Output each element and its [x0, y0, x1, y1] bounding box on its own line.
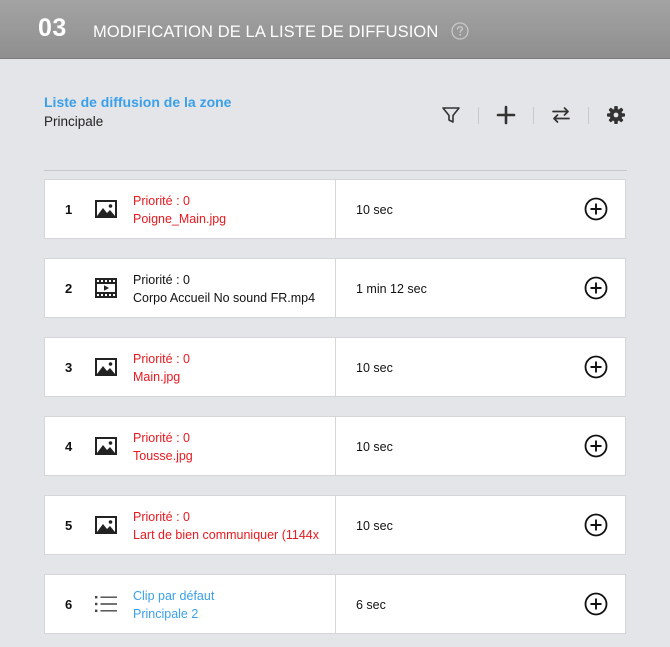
row-index: 2	[65, 281, 73, 296]
add-circle-icon[interactable]	[584, 355, 608, 379]
row-separator	[335, 180, 336, 238]
row-duration: 6 sec	[356, 598, 386, 612]
settings-button[interactable]	[605, 104, 627, 126]
toolbar-separator	[588, 107, 589, 124]
add-button[interactable]	[495, 104, 517, 126]
playlist-row[interactable]: 4 Priorité : 0 Tousse.jpg 10 sec	[44, 416, 626, 476]
row-index: 6	[65, 597, 73, 612]
add-circle-icon[interactable]	[584, 434, 608, 458]
plus-icon	[496, 105, 516, 125]
row-separator	[335, 259, 336, 317]
section-divider	[44, 170, 627, 171]
add-circle-icon[interactable]	[584, 197, 608, 221]
row-priority: Priorité : 0	[133, 510, 190, 524]
gear-icon	[607, 106, 625, 124]
row-duration: 1 min 12 sec	[356, 282, 427, 296]
add-circle-icon[interactable]	[584, 513, 608, 537]
row-index: 1	[65, 202, 73, 217]
row-index: 3	[65, 360, 73, 375]
row-separator	[335, 496, 336, 554]
page-title: MODIFICATION DE LA LISTE DE DIFFUSION	[93, 23, 439, 41]
row-duration: 10 sec	[356, 361, 393, 375]
filter-button[interactable]	[440, 104, 462, 126]
image-icon	[94, 356, 118, 378]
row-duration: 10 sec	[356, 519, 393, 533]
row-filename: Poigne_Main.jpg	[133, 212, 227, 226]
row-duration: 10 sec	[356, 203, 393, 217]
add-circle-icon[interactable]	[584, 592, 608, 616]
row-filename: Corpo Accueil No sound FR.mp4	[133, 291, 316, 305]
row-priority: Priorité : 0	[133, 273, 190, 287]
swap-button[interactable]	[550, 104, 572, 126]
row-priority: Priorité : 0	[133, 194, 190, 208]
playlist-row[interactable]: 1 Priorité : 0 Poigne_Main.jpg 10 sec	[44, 179, 626, 239]
add-circle-icon[interactable]	[584, 276, 608, 300]
help-icon[interactable]	[451, 22, 469, 40]
row-filename: Main.jpg	[133, 370, 181, 384]
row-duration: 10 sec	[356, 440, 393, 454]
row-index: 5	[65, 518, 73, 533]
image-icon	[94, 198, 118, 220]
row-separator	[335, 575, 336, 633]
playlist-row[interactable]: 5 Priorité : 0 Lart de bien communiquer …	[44, 495, 626, 555]
row-filename: Tousse.jpg	[133, 449, 193, 463]
row-zone-name: Principale 2	[133, 607, 199, 621]
zone-name: Principale	[44, 114, 104, 129]
row-clip-name: Clip par défaut	[133, 589, 215, 603]
step-number: 03	[38, 14, 67, 42]
toolbar-separator	[533, 107, 534, 124]
image-icon	[94, 435, 118, 457]
zone-label: Liste de diffusion de la zone	[44, 94, 232, 110]
row-priority: Priorité : 0	[133, 431, 190, 445]
row-separator	[335, 338, 336, 396]
step-header: 03 MODIFICATION DE LA LISTE DE DIFFUSION	[0, 0, 670, 59]
row-index: 4	[65, 439, 73, 454]
image-icon	[94, 514, 118, 536]
playlist-row[interactable]: 3 Priorité : 0 Main.jpg 10 sec	[44, 337, 626, 397]
row-filename: Lart de bien communiquer (1144x	[133, 528, 319, 542]
playlist-row[interactable]: 2 Priorité : 0 Corpo Accueil No sound FR…	[44, 258, 626, 318]
row-priority: Priorité : 0	[133, 352, 190, 366]
swap-icon	[552, 107, 570, 123]
list-icon	[94, 593, 118, 615]
toolbar-separator	[478, 107, 479, 124]
row-separator	[335, 417, 336, 475]
playlist-row[interactable]: 6 Clip par défaut Principale 2 6 sec	[44, 574, 626, 634]
filter-icon	[442, 107, 460, 123]
video-icon	[94, 277, 118, 299]
